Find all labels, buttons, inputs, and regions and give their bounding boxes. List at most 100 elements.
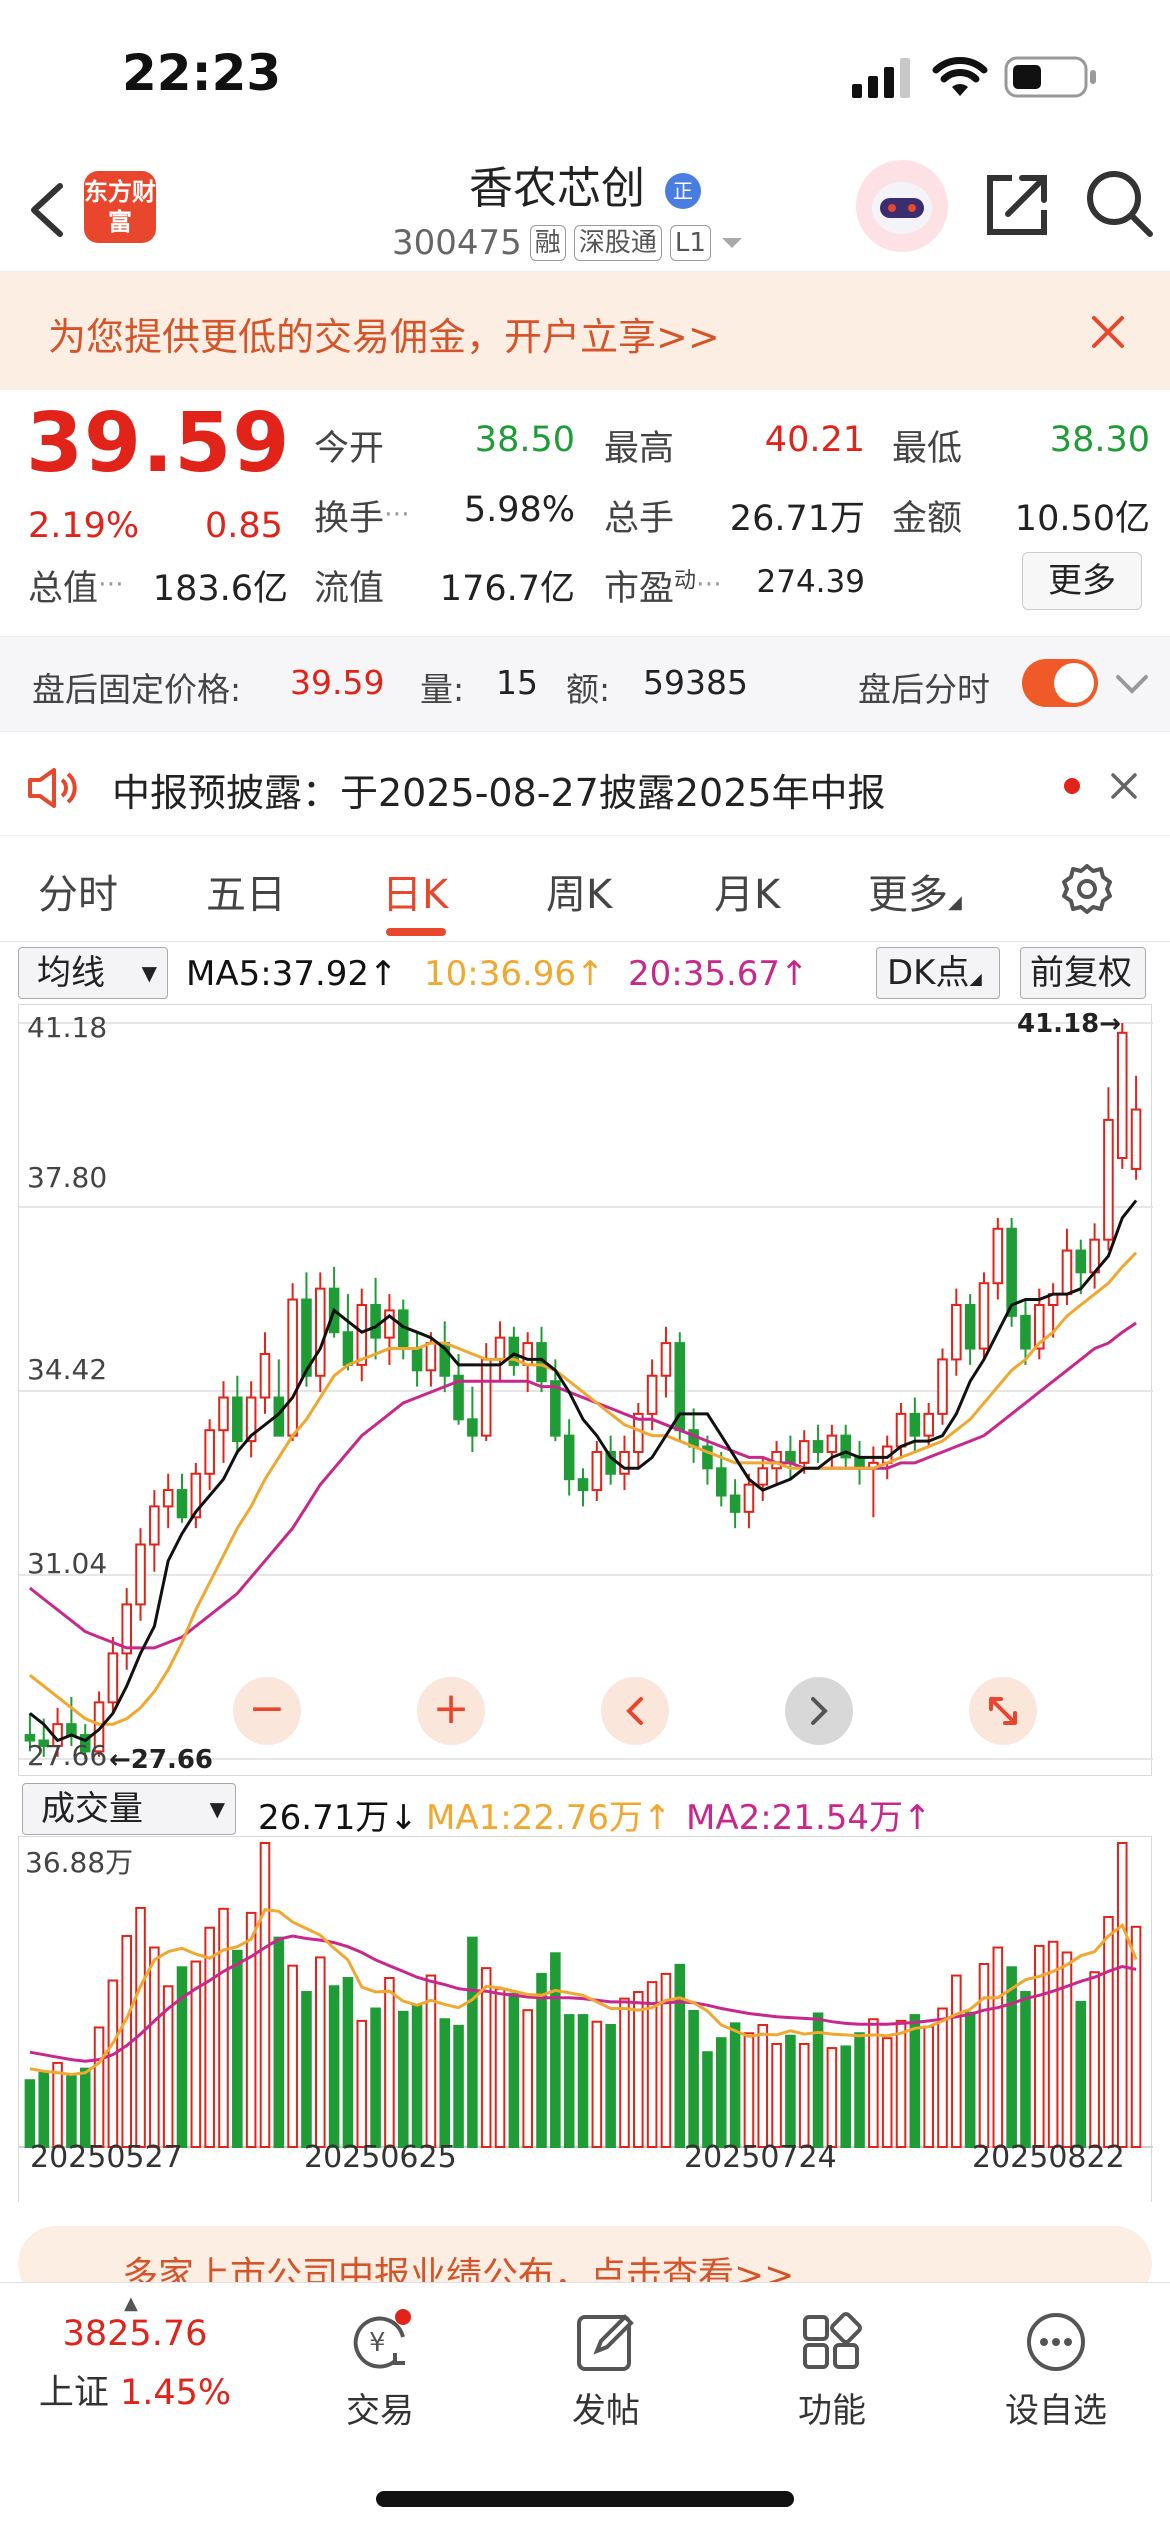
kline-chart[interactable]: 41.18 37.80 34.42 31.04 27.66 41.18→ ←27… [18, 1004, 1153, 1776]
volume-bar [840, 2045, 852, 2148]
change-amount: 0.85 [205, 506, 283, 546]
chevron-down-icon[interactable] [1114, 671, 1150, 697]
volume-bar [854, 2032, 865, 2148]
after-hours-toggle[interactable] [1022, 659, 1098, 707]
volume-bar [771, 2042, 782, 2148]
tab-monthly-k[interactable]: 月K [714, 862, 780, 920]
status-time: 22:23 [122, 44, 282, 102]
volume-bar [342, 1977, 354, 2148]
quote-panel: 39.59 2.19% 0.85 今开 38.50 最高 40.21 最低 38… [0, 390, 1170, 630]
volume-bar [480, 1967, 492, 2148]
close-icon[interactable] [1090, 314, 1126, 350]
ma10-readout: 10:36.96↑ [424, 954, 605, 994]
scroll-right-button[interactable] [785, 1677, 853, 1745]
candle-body [356, 1303, 368, 1366]
caret-down-icon[interactable] [719, 233, 745, 253]
candle-body [1075, 1249, 1087, 1274]
volume-bar [370, 2007, 381, 2148]
edit-post-icon [577, 2314, 634, 2371]
candle-body [619, 1450, 630, 1475]
verified-badge-icon: 正 [665, 173, 701, 209]
candle-body [992, 1227, 1004, 1285]
candle-body [342, 1331, 354, 1366]
volume-selector[interactable]: 成交量 ▼ [22, 1783, 236, 1835]
indicator-selector[interactable]: 均线 ▼ [18, 947, 168, 999]
tab-more[interactable]: 更多◢ [868, 862, 962, 920]
volume-bar [1020, 1991, 1031, 2148]
info-icon[interactable]: ⋯ [384, 499, 410, 529]
nav-functions[interactable]: 功能 [742, 2307, 922, 2432]
candle-body [411, 1347, 423, 1372]
candle-body [964, 1303, 976, 1350]
change-percent: 2.19% [28, 506, 140, 546]
volume-bar [52, 2061, 63, 2148]
volume-bar [1089, 1971, 1100, 2148]
notice-text: 中报预披露：于2025-08-27披露2025年中报 [112, 771, 886, 815]
info-icon[interactable]: ⋯ [696, 569, 722, 599]
index-name: 上证 [38, 2373, 109, 2413]
volume-bar [66, 2073, 77, 2148]
zoom-out-button[interactable]: − [233, 1677, 301, 1745]
assistant-avatar[interactable] [856, 160, 948, 252]
fullscreen-button[interactable] [969, 1677, 1037, 1745]
volume-bar [702, 2051, 713, 2148]
tab-five-day[interactable]: 五日 [206, 862, 286, 920]
volume-bar [577, 2014, 589, 2148]
adjust-button[interactable]: 前复权 [1020, 947, 1146, 999]
tab-weekly-k[interactable]: 周K [546, 862, 612, 920]
settings-gear-icon[interactable] [1060, 862, 1114, 916]
candle-body [757, 1467, 769, 1486]
volume-bar [729, 2022, 741, 2148]
nav-watchlist[interactable]: 设自选 [966, 2307, 1146, 2432]
volume-bar [149, 1946, 160, 2148]
dk-point-button[interactable]: DK点◢ [876, 947, 1000, 999]
zoom-in-button[interactable]: + [417, 1677, 485, 1745]
unread-dot [1064, 778, 1080, 794]
candle-body [494, 1336, 506, 1361]
info-icon[interactable]: ⋯ [98, 569, 124, 599]
volume-bar [798, 2042, 810, 2148]
candle-body [467, 1418, 478, 1437]
volume-bar [757, 2024, 769, 2148]
volume-bar [232, 1949, 243, 2148]
volume-bar [909, 2014, 921, 2148]
chevron-right-icon [811, 1697, 828, 1725]
promo-banner[interactable]: 为您提供更低的交易佣金，开户立享>> [0, 272, 1170, 390]
after-hours-toggle-label: 盘后分时 [858, 670, 990, 709]
volume-bar [605, 2024, 616, 2148]
candle-body [646, 1374, 658, 1415]
volume-bar [1006, 1966, 1017, 2148]
max-price-label: 41.18→ [1017, 1009, 1122, 1039]
candle-body [1103, 1118, 1114, 1241]
expand-icon [989, 1697, 1017, 1725]
scroll-left-button[interactable] [601, 1677, 669, 1745]
kline-svg [19, 1022, 1153, 1760]
low-value: 38.30 [1049, 420, 1150, 460]
volume-bar [218, 1907, 229, 2148]
robot-icon [872, 182, 932, 234]
nav-trade[interactable]: ¥ 交易 [290, 2307, 470, 2432]
candle-body [135, 1543, 146, 1606]
volume-bar [273, 1936, 285, 2148]
tab-intraday[interactable]: 分时 [38, 862, 118, 920]
close-icon[interactable] [1110, 772, 1138, 800]
battery-icon [1004, 56, 1096, 98]
candle-body [1020, 1314, 1031, 1350]
volume-label: 总手 [604, 499, 675, 539]
tab-daily-k[interactable]: 日K [382, 862, 448, 920]
notice-row[interactable]: 中报预披露：于2025-08-27披露2025年中报 [0, 736, 1170, 836]
nav-post[interactable]: 发帖 [516, 2307, 696, 2432]
share-icon[interactable] [982, 170, 1052, 240]
volume-bar [715, 2037, 727, 2148]
promo-text: 为您提供更低的交易佣金，开户立享>> [48, 315, 720, 359]
cellular-signal-icon [852, 58, 910, 98]
y-tick-2: 37.80 [27, 1161, 108, 1194]
volume-readout: 26.71万↓ [258, 1798, 418, 1838]
volume-bar [24, 2079, 36, 2148]
candle-body [232, 1396, 243, 1443]
candle-body [370, 1303, 381, 1339]
more-button[interactable]: 更多 [1022, 552, 1142, 610]
search-icon[interactable] [1084, 168, 1156, 240]
index-ticker[interactable]: ▲ 3825.76 上证 1.45% [30, 2293, 240, 2415]
volume-bar [881, 2037, 893, 2148]
